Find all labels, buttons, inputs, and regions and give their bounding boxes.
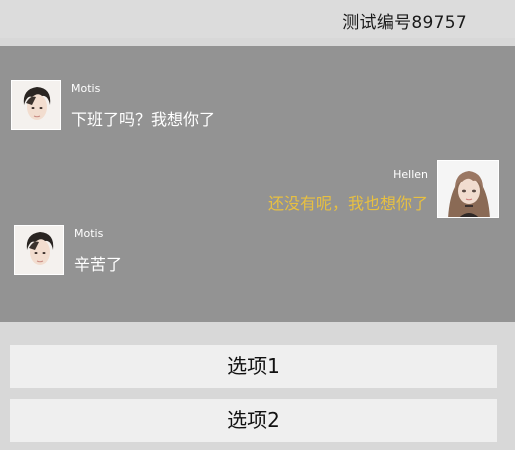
test-id-title: 测试编号89757 (342, 13, 467, 33)
male-avatar-icon (15, 226, 63, 274)
option-2-button[interactable]: 选项2 (10, 399, 497, 442)
chat-area: Motis 下班了吗？我想你了 Hellen 还没有呢，我也想你了 Motis … (0, 46, 515, 322)
avatar-motis (14, 225, 64, 275)
message-text: 还没有呢，我也想你了 (267, 194, 428, 213)
sender-name-motis: Motis (74, 227, 104, 240)
avatar-hellen (437, 160, 499, 218)
avatar-motis (11, 80, 61, 130)
male-avatar-icon (12, 81, 60, 129)
sender-name-motis: Motis (71, 82, 101, 95)
female-avatar-icon (438, 161, 498, 217)
sender-name-hellen: Hellen (393, 168, 428, 181)
header-bar: 测试编号89757 (0, 0, 515, 38)
app-root: 测试编号89757 Motis 下班了吗？我想你了 Hellen 还没有呢，我也… (0, 0, 515, 450)
message-text: 下班了吗？我想你了 (71, 110, 216, 129)
message-text: 辛苦了 (74, 255, 123, 274)
option-1-button[interactable]: 选项1 (10, 345, 497, 388)
